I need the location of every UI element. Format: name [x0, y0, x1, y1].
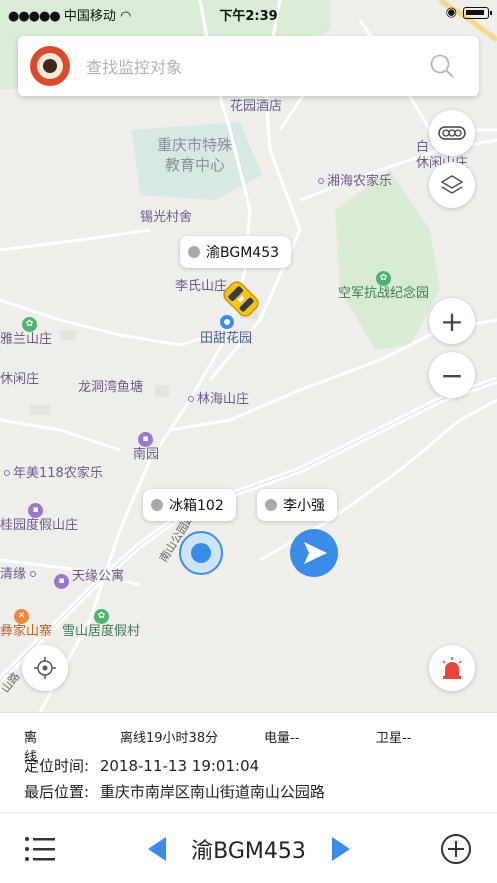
poi-label[interactable]: 花园酒店 — [230, 99, 282, 115]
park-icon: ✿ — [94, 609, 109, 624]
poi-dot-icon — [188, 396, 194, 402]
last-location-value: 重庆市南岸区南山街道南山公园路 — [99, 783, 325, 801]
area-label: 教育中心 — [165, 156, 226, 174]
poi-label[interactable]: 白 — [416, 140, 429, 156]
zoom-in-button[interactable]: + — [429, 298, 475, 344]
locate-time-row: 定位时间: 2018-11-13 19:01:04 — [24, 755, 259, 776]
last-location-label: 最后位置: — [24, 783, 90, 801]
zoom-out-button[interactable]: − — [429, 352, 475, 398]
search-input[interactable]: 查找监控对象 — [86, 54, 429, 78]
offline-dot-icon — [265, 499, 277, 511]
park-icon: ✿ — [22, 317, 37, 332]
poi-label[interactable]: 年美118农家乐 — [4, 466, 103, 482]
poi-label[interactable]: 龙洞湾鱼塘 — [78, 380, 143, 396]
layers-button[interactable] — [429, 162, 475, 208]
next-vehicle-icon[interactable] — [330, 835, 352, 863]
vehicle-label[interactable]: 李小强 — [257, 489, 337, 521]
current-vehicle-plate: 渝BGM453 — [191, 839, 306, 864]
restaurant-icon: ✕ — [14, 609, 29, 624]
poi-dot-icon — [4, 470, 10, 476]
poi-label[interactable]: ▪ 天缘公寓 — [54, 569, 124, 589]
poi-label[interactable]: 锡光村舍 — [140, 210, 192, 226]
satellite-count: 卫星-- — [376, 731, 412, 746]
add-icon[interactable] — [440, 833, 472, 865]
poi-label[interactable]: ▪ 南园 — [133, 427, 159, 463]
poi-label[interactable]: 清缘 — [0, 567, 39, 583]
alarm-icon — [442, 657, 462, 679]
hotel-icon: ▪ — [138, 432, 153, 447]
vehicle-info-panel: ⇄ 离线 离线19小时38分 电量-- 卫星-- 定位时间: 2018-11-1… — [0, 712, 497, 812]
poi-label[interactable]: 林海山庄 — [188, 392, 249, 408]
device-marker-icon[interactable] — [178, 530, 224, 576]
offline-duration: 离线19小时38分 — [120, 731, 219, 746]
location-pin-icon — [220, 315, 234, 329]
search-icon[interactable] — [429, 53, 455, 79]
traffic-button[interactable] — [429, 110, 475, 156]
bottom-bar: 渝BGM453 — [0, 812, 497, 883]
hotel-icon: ▪ — [54, 574, 69, 589]
poi-label[interactable]: 湘海农家乐 — [318, 174, 392, 190]
poi-label[interactable]: ▪ 桂园度假山庄 — [0, 498, 78, 534]
locate-time-value: 2018-11-13 19:01:04 — [99, 757, 260, 775]
status-right: ◉ — [445, 5, 492, 20]
map-view[interactable]: 花园酒店 重庆市特殊 教育中心 锡光村舍 湘海农家乐 白 休闲山庄 ✿空军抗战纪… — [0, 0, 497, 712]
locate-icon — [34, 657, 56, 679]
locate-time-label: 定位时间: — [24, 757, 90, 775]
status-time: 下午2:39 — [219, 9, 278, 24]
last-location-row: 最后位置: 重庆市南岸区南山街道南山公园路 — [24, 781, 325, 802]
status-bar: ●●●●● 中国移动 ◠ 下午2:39 ◉ — [0, 0, 497, 26]
poi-dot-icon — [30, 571, 37, 577]
locate-button[interactable] — [22, 645, 68, 691]
poi-label[interactable]: ✿ 雪山居度假村 — [62, 604, 140, 640]
person-marker-icon[interactable] — [289, 528, 339, 578]
poi-label[interactable]: ✿ 雅兰山庄 — [0, 312, 52, 348]
battery-icon — [463, 6, 492, 19]
search-bar[interactable]: 查找监控对象 — [18, 36, 479, 96]
poi-label[interactable]: ✿ 空军抗战纪念园 — [338, 266, 429, 302]
area-label: 重庆市特殊 — [157, 136, 233, 154]
vehicle-label[interactable]: 渝BGM453 — [180, 236, 292, 268]
poi-label[interactable]: 休闲庄 — [0, 372, 39, 388]
traffic-icon — [438, 126, 466, 140]
layers-icon — [440, 175, 464, 194]
eye-pupil — [43, 59, 57, 73]
park-icon: ✿ — [376, 271, 391, 286]
poi-label[interactable]: 田甜花园 — [200, 331, 252, 347]
offline-dot-icon — [188, 246, 200, 258]
poi-label[interactable]: ✕ 彝家山寨 — [0, 604, 52, 640]
poi-dot-icon — [318, 178, 324, 184]
vehicle-label[interactable]: 冰箱102 — [143, 489, 236, 521]
alarm-button[interactable] — [429, 645, 475, 691]
offline-dot-icon — [151, 499, 163, 511]
lock-rotation-icon: ◉ — [445, 5, 457, 20]
avatar[interactable] — [30, 46, 70, 86]
power-level: 电量-- — [264, 731, 300, 746]
hotel-icon: ▪ — [28, 503, 43, 518]
